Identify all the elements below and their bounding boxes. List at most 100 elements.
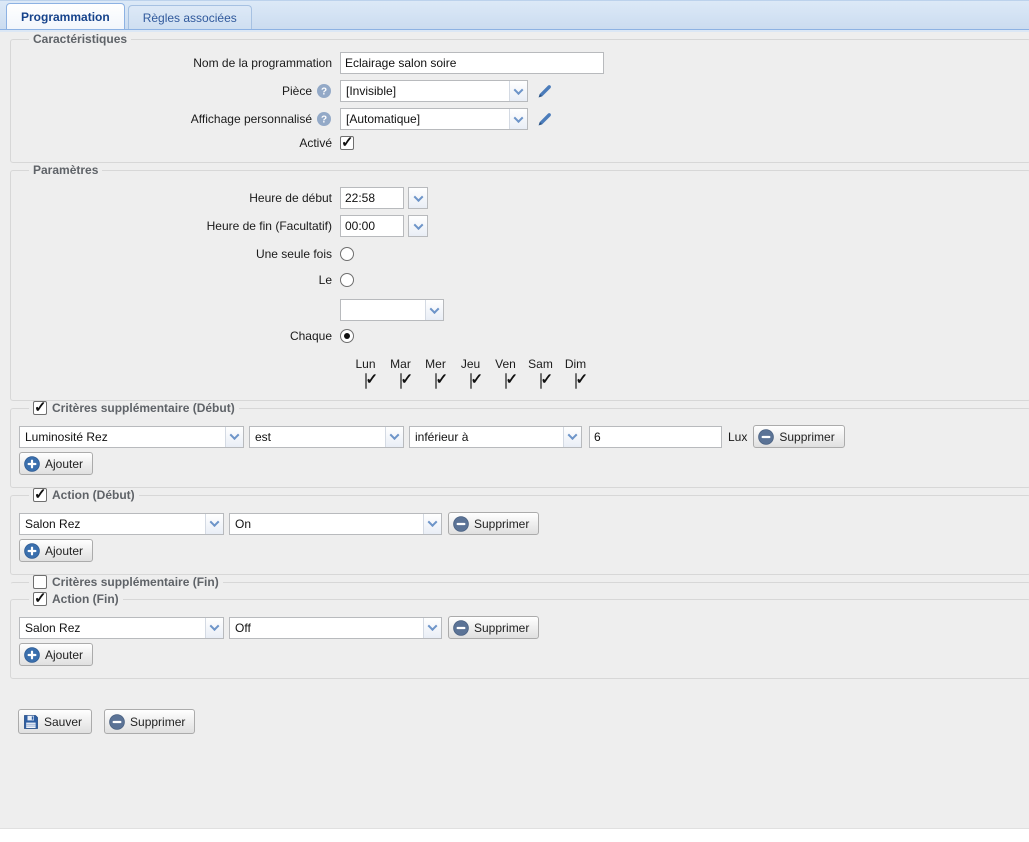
heure-fin-input[interactable]	[340, 215, 404, 237]
criteres-fin-enable-checkbox[interactable]	[33, 575, 47, 589]
le-date-select-value	[341, 300, 425, 320]
critere-comparator-value: inférieur à	[410, 427, 563, 447]
heure-fin-dropdown-button[interactable]	[408, 215, 428, 237]
tab-regles-associees-label: Règles associées	[143, 11, 237, 25]
chevron-down-icon[interactable]	[425, 300, 443, 320]
action-fin-device-select[interactable]: Salon Rez	[19, 617, 224, 639]
action-debut-enable-checkbox[interactable]	[33, 488, 47, 502]
days-of-week: Lun Mar Mer Jeu Ven Sam	[348, 357, 1022, 388]
edit-pencil-icon[interactable]	[536, 111, 553, 128]
action-debut-value-select[interactable]: On	[229, 513, 442, 535]
sauver-button[interactable]: Sauver	[18, 709, 92, 734]
criteres-debut-legend: Critères supplémentaire (Début)	[29, 401, 239, 415]
action-fin-value-select[interactable]: Off	[229, 617, 442, 639]
day-mer-checkbox[interactable]	[435, 373, 437, 389]
footer-toolbar: Sauver Supprimer	[0, 679, 1029, 734]
active-label: Activé	[19, 136, 332, 150]
heure-debut-dropdown-button[interactable]	[408, 187, 428, 209]
action-debut-supprimer-button[interactable]: Supprimer	[448, 512, 539, 535]
day-dim: Dim	[558, 357, 593, 388]
chevron-down-icon[interactable]	[509, 81, 527, 101]
nom-row: Nom de la programmation	[19, 52, 1022, 74]
active-checkbox[interactable]	[340, 136, 354, 150]
chevron-down-icon[interactable]	[563, 427, 581, 447]
criteres-debut-add-row: Ajouter	[19, 452, 1022, 475]
critere-ajouter-label: Ajouter	[45, 457, 83, 471]
active-row: Activé	[19, 136, 1022, 150]
critere-operator-select[interactable]: est	[249, 426, 404, 448]
action-fin-row: Salon Rez Off Supprimer	[19, 616, 1022, 639]
critere-value-input[interactable]	[589, 426, 722, 448]
critere-comparator-select[interactable]: inférieur à	[409, 426, 582, 448]
affichage-select[interactable]: [Automatique]	[340, 108, 528, 130]
day-ven-label: Ven	[488, 357, 523, 371]
action-fin-add-row: Ajouter	[19, 643, 1022, 666]
tab-regles-associees[interactable]: Règles associées	[128, 5, 252, 29]
plus-circle-icon	[24, 543, 40, 559]
day-lun-checkbox[interactable]	[365, 373, 367, 389]
criteres-debut-fieldset: Critères supplémentaire (Début) Luminosi…	[10, 401, 1029, 488]
day-ven-checkbox[interactable]	[505, 373, 507, 389]
save-disk-icon	[23, 714, 39, 730]
action-fin-supprimer-button[interactable]: Supprimer	[448, 616, 539, 639]
day-sam-checkbox[interactable]	[540, 373, 542, 389]
page-bottom-margin	[0, 828, 1029, 842]
action-debut-ajouter-button[interactable]: Ajouter	[19, 539, 93, 562]
chevron-down-icon[interactable]	[385, 427, 403, 447]
action-fin-ajouter-label: Ajouter	[45, 648, 83, 662]
day-jeu-checkbox[interactable]	[470, 373, 472, 389]
criteres-fin-fieldset: Critères supplémentaire (Fin)	[10, 575, 1029, 592]
une-seule-fois-radio[interactable]	[340, 247, 354, 261]
action-fin-legend: Action (Fin)	[29, 592, 123, 606]
plus-circle-icon	[24, 647, 40, 663]
critere-ajouter-button[interactable]: Ajouter	[19, 452, 93, 475]
le-radio[interactable]	[340, 273, 354, 287]
critere-device-select[interactable]: Luminosité Rez	[19, 426, 244, 448]
chaque-radio[interactable]	[340, 329, 354, 343]
caracteristiques-fieldset: Caractéristiques Nom de la programmation…	[10, 32, 1029, 163]
action-fin-enable-checkbox[interactable]	[33, 592, 47, 606]
critere-supprimer-button[interactable]: Supprimer	[753, 425, 844, 448]
action-fin-ajouter-button[interactable]: Ajouter	[19, 643, 93, 666]
piece-select[interactable]: [Invisible]	[340, 80, 528, 102]
minus-circle-icon	[453, 620, 469, 636]
critere-supprimer-label: Supprimer	[779, 430, 834, 444]
chevron-down-icon[interactable]	[205, 514, 223, 534]
supprimer-button[interactable]: Supprimer	[104, 709, 195, 734]
le-date-row	[19, 299, 1022, 321]
chevron-down-icon[interactable]	[205, 618, 223, 638]
help-icon[interactable]	[316, 83, 332, 99]
chevron-down-icon[interactable]	[423, 618, 441, 638]
minus-circle-icon	[758, 429, 774, 445]
day-dim-checkbox[interactable]	[575, 373, 577, 389]
le-date-select[interactable]	[340, 299, 444, 321]
nom-label: Nom de la programmation	[19, 56, 332, 70]
sauver-label: Sauver	[44, 715, 82, 729]
edit-pencil-icon[interactable]	[536, 83, 553, 100]
le-label: Le	[19, 273, 332, 287]
tab-programmation[interactable]: Programmation	[6, 3, 125, 29]
action-debut-fieldset: Action (Début) Salon Rez On Supprimer Aj…	[10, 488, 1029, 575]
critere-operator-value: est	[250, 427, 385, 447]
day-sam: Sam	[523, 357, 558, 388]
action-debut-legend-label: Action (Début)	[52, 488, 135, 502]
nom-input[interactable]	[340, 52, 604, 74]
le-row: Le	[19, 273, 1022, 287]
chevron-down-icon[interactable]	[423, 514, 441, 534]
day-mar-checkbox[interactable]	[400, 373, 402, 389]
day-sam-label: Sam	[523, 357, 558, 371]
action-debut-device-select[interactable]: Salon Rez	[19, 513, 224, 535]
action-debut-value: On	[230, 514, 423, 534]
help-icon[interactable]	[316, 111, 332, 127]
minus-circle-icon	[453, 516, 469, 532]
criteres-debut-enable-checkbox[interactable]	[33, 401, 47, 415]
chevron-down-icon[interactable]	[509, 109, 527, 129]
parametres-fieldset: Paramètres Heure de début Heure de fin (…	[10, 163, 1029, 401]
chevron-down-icon[interactable]	[225, 427, 243, 447]
heure-debut-input[interactable]	[340, 187, 404, 209]
day-mar: Mar	[383, 357, 418, 388]
affichage-label-text: Affichage personnalisé	[191, 112, 312, 126]
critere-device-value: Luminosité Rez	[20, 427, 225, 447]
parametres-legend-label: Paramètres	[33, 163, 98, 177]
chaque-row: Chaque	[19, 329, 1022, 343]
